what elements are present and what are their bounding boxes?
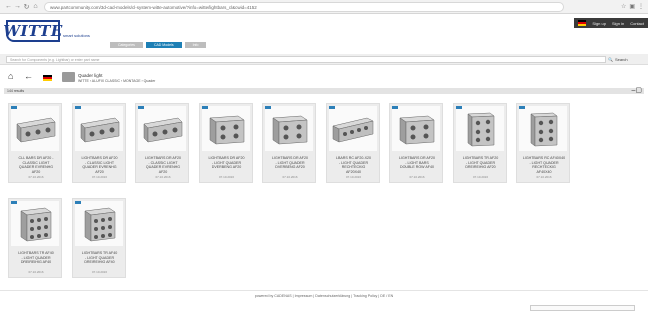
home-icon[interactable]: ⌂: [8, 71, 13, 81]
product-card[interactable]: LIGHTBARS TR AF20 - LIGHT QUADER DREIREI…: [452, 103, 507, 183]
star-icon[interactable]: ☆: [621, 3, 626, 10]
product-date: 07.10.2016: [28, 175, 44, 179]
catalog-toolbar: ⌂ ← Quader light WITTE › ALUFIX CLASSIC …: [0, 68, 648, 86]
footer-divider: [0, 290, 648, 291]
product-thumbnail[interactable]: [74, 201, 123, 246]
product-card[interactable]: LBARS RC AF20-X20 - LIGHT QUADER RECHTEC…: [325, 103, 380, 183]
extensions-icon[interactable]: ▣: [629, 3, 635, 10]
product-date: 07.10.2016: [218, 175, 234, 179]
product-thumbnail[interactable]: [11, 201, 59, 246]
home-icon[interactable]: ⌂: [31, 3, 40, 10]
product-title[interactable]: LIGHTBARS RC AF40X40 - LIGHT QUADER RECH…: [519, 156, 569, 174]
product-thumbnail[interactable]: [455, 106, 504, 151]
new-badge: [74, 106, 81, 109]
footer: powered by CADENAS | Impressum | Datensc…: [254, 294, 394, 298]
tab-categories[interactable]: Categories: [110, 42, 143, 48]
product-title[interactable]: LIGHTBARS TR AF20 - LIGHT QUADER DREIREI…: [456, 156, 506, 170]
account-strip: Sign up Sign in Contact: [574, 18, 648, 28]
top-link-contact[interactable]: Contact: [630, 21, 644, 26]
forward-icon[interactable]: →: [13, 3, 22, 10]
product-title[interactable]: CLL BARS DR AF20 - CLASSIC LIGHT QUADER …: [11, 156, 61, 174]
language-flag-icon[interactable]: [43, 75, 52, 81]
product-card[interactable]: LIGHTBARS RC AF40X40 - LIGHT QUADER RECH…: [516, 103, 570, 183]
new-badge: [392, 106, 398, 109]
back-arrow-icon[interactable]: ←: [24, 71, 33, 81]
new-badge: [74, 201, 81, 204]
new-badge: [138, 106, 144, 109]
product-title[interactable]: LIGHTBARS TR AF40 - LIGHT QUADER DREIREI…: [11, 251, 61, 265]
witte-logo[interactable]: WITTE: [3, 20, 62, 42]
product-title[interactable]: LIGHTBARS TR AF40 - LIGHT QUADER DREIREI…: [75, 251, 125, 265]
search-input[interactable]: Search for Components (e.g. Lightbar) or…: [6, 56, 606, 63]
category-thumbnail: [62, 72, 75, 82]
search-row: Search for Components (e.g. Lightbar) or…: [0, 54, 648, 65]
product-title[interactable]: LIGHTBARS DR AF20 - LIGHT QUADER DVERBEN…: [202, 156, 252, 170]
product-thumbnail[interactable]: [11, 106, 59, 151]
window-icon[interactable]: ▢: [635, 87, 642, 94]
product-thumbnail[interactable]: [265, 106, 313, 151]
top-link-signup[interactable]: Sign up: [592, 21, 606, 26]
top-link-signin[interactable]: Sign in: [612, 21, 624, 26]
product-thumbnail[interactable]: [328, 106, 377, 151]
product-date: 07.10.2016: [472, 175, 488, 179]
main-tabs: Categories CAD Models Info: [110, 42, 207, 48]
product-thumbnail[interactable]: [392, 106, 440, 151]
site-header: WITTE smart solutions Sign up Sign in Co…: [0, 14, 648, 48]
browser-toolbar: ← → ↻ ⌂ www.partcommunity.com/3d-cad-mod…: [0, 0, 648, 14]
product-thumbnail[interactable]: [201, 106, 250, 151]
product-card[interactable]: LIGHTBARS TR AF40 - LIGHT QUADER DREIREI…: [8, 198, 62, 278]
results-count: 144 results: [7, 89, 25, 93]
product-date: 07.10.2016: [28, 270, 44, 274]
new-badge: [455, 106, 462, 109]
search-icon: 🔍: [608, 57, 613, 62]
tab-cad-models[interactable]: CAD Models: [145, 42, 182, 48]
breadcrumb[interactable]: WITTE › ALUFIX CLASSIC › MONTAGE › Quade…: [78, 79, 155, 83]
product-title[interactable]: LIGHTBARS DR AF20 - LIGHT BARS DOUBLE RO…: [392, 156, 442, 170]
product-title[interactable]: LBARS RC AF20-X20 - LIGHT QUADER RECHTEC…: [329, 156, 379, 174]
new-badge: [201, 106, 208, 109]
product-date: 07.10.2016: [155, 175, 171, 179]
product-date: 07.10.2016: [91, 270, 107, 274]
new-badge: [265, 106, 271, 109]
tab-info[interactable]: Info: [184, 42, 207, 48]
search-button[interactable]: 🔍 Search: [608, 56, 642, 63]
product-card[interactable]: CLL BARS DR AF20 - CLASSIC LIGHT QUADER …: [8, 103, 62, 183]
reload-icon[interactable]: ↻: [22, 3, 31, 11]
product-title[interactable]: LIGHTBARS DR AF20 - CLASSIC LIGHT QUADER…: [138, 156, 188, 174]
product-date: 07.10.2016: [345, 175, 361, 179]
back-icon[interactable]: ←: [4, 3, 13, 10]
bottom-field[interactable]: [530, 305, 635, 311]
new-badge: [11, 106, 17, 109]
product-date: 07.10.2016: [282, 175, 298, 179]
new-badge: [519, 106, 525, 109]
product-card[interactable]: LIGHTBARS DR AF20 - LIGHT QUADER DVERBEN…: [198, 103, 253, 183]
product-card[interactable]: LIGHTBARS DR AF20 - CLASSIC LIGHT QUADER…: [135, 103, 189, 183]
product-title[interactable]: LIGHTBARS DR AF20 - LIGHT QUADER DVERBEN…: [265, 156, 315, 170]
product-date: 07.10.2016: [91, 175, 107, 179]
product-date: 07.10.2016: [409, 175, 425, 179]
logo-tagline: smart solutions: [63, 33, 90, 38]
product-thumbnail[interactable]: [519, 106, 567, 151]
product-thumbnail[interactable]: [74, 106, 123, 151]
category-title: Quader light: [78, 73, 103, 78]
new-badge: [11, 201, 17, 204]
product-card[interactable]: LIGHTBARS DR AF20 - LIGHT BARS DOUBLE RO…: [389, 103, 443, 183]
product-card[interactable]: LIGHTBARS TR AF40 - LIGHT QUADER DREIREI…: [71, 198, 126, 278]
german-flag-icon[interactable]: [578, 20, 587, 26]
new-badge: [328, 106, 335, 109]
menu-icon[interactable]: ⋮: [638, 3, 644, 10]
results-header: 144 results –▢: [4, 87, 644, 94]
product-date: 07.10.2016: [536, 175, 552, 179]
product-title[interactable]: LIGHTBARS DR AF20 - CLASSIC LIGHT QUADER…: [75, 156, 125, 174]
product-card[interactable]: LIGHTBARS DR AF20 - LIGHT QUADER DVERBEN…: [262, 103, 316, 183]
product-thumbnail[interactable]: [138, 106, 186, 151]
product-card[interactable]: LIGHTBARS DR AF20 - CLASSIC LIGHT QUADER…: [71, 103, 126, 183]
address-bar[interactable]: www.partcommunity.com/3d-cad-models/cl-s…: [44, 1, 564, 12]
